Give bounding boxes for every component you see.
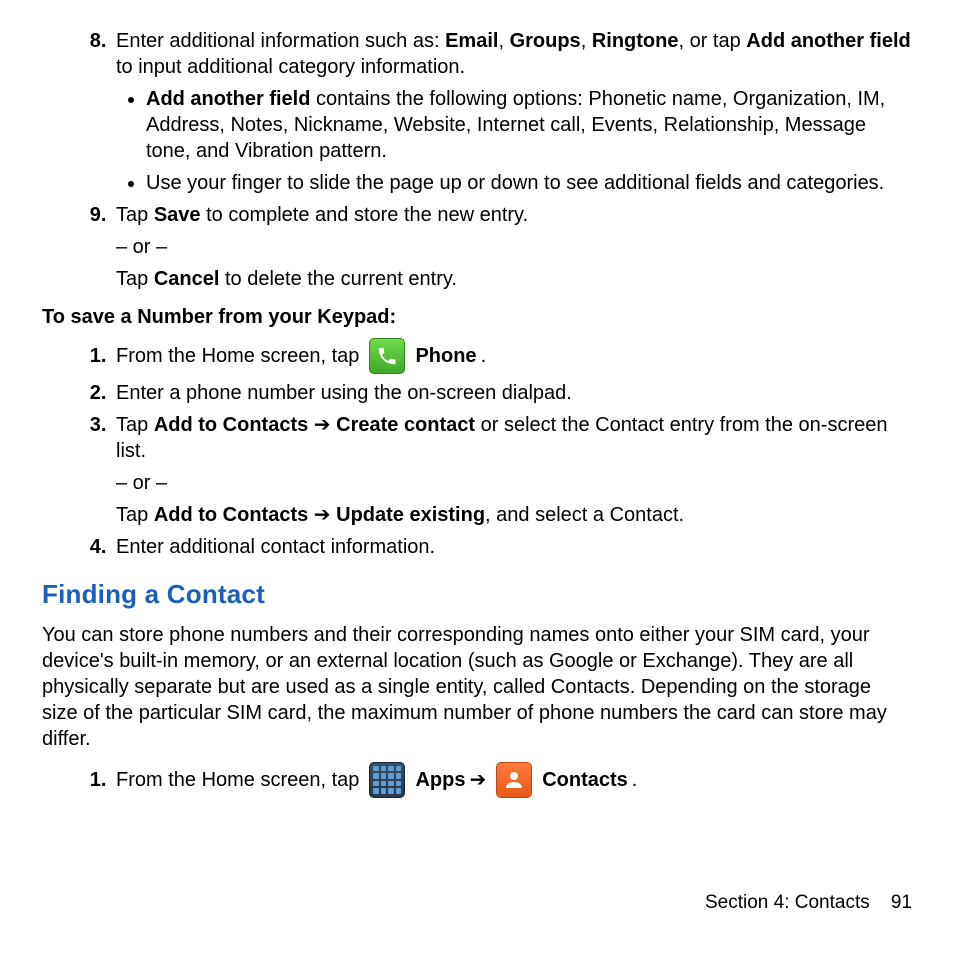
text: From the Home screen, tap xyxy=(116,343,359,369)
text: Enter additional information such as: xyxy=(116,30,445,52)
arrow: ➔ xyxy=(469,767,486,793)
bold-update-existing: Update existing xyxy=(336,504,485,526)
ordered-list-keypad: From the Home screen, tap Phone. Enter a… xyxy=(42,338,912,560)
or-divider: – or – xyxy=(116,470,912,496)
page-footer: Section 4: Contacts 91 xyxy=(705,891,912,916)
bold-groups: Groups xyxy=(510,30,581,52)
keypad-step-2: Enter a phone number using the on-screen… xyxy=(112,380,912,406)
sub-item-2: Use your finger to slide the page up or … xyxy=(146,170,912,196)
sublist: Add another field contains the following… xyxy=(116,86,912,196)
finding-step-1: From the Home screen, tap Apps ➔ Contact… xyxy=(112,762,912,798)
paragraph-finding: You can store phone numbers and their co… xyxy=(42,622,912,752)
text: Tap xyxy=(116,204,154,226)
text: , or tap xyxy=(678,30,746,52)
heading-finding-contact: Finding a Contact xyxy=(42,578,912,612)
bold-create-contact: Create contact xyxy=(336,414,475,436)
sub-item-1: Add another field contains the following… xyxy=(146,86,912,164)
text: to delete the current entry. xyxy=(219,268,457,290)
bold-apps: Apps xyxy=(415,767,465,793)
text: Tap xyxy=(116,414,154,436)
arrow: ➔ xyxy=(308,504,336,526)
or-divider: – or – xyxy=(116,234,912,260)
text: , and select a Contact. xyxy=(485,504,684,526)
text: , xyxy=(581,30,592,52)
bold-contacts: Contacts xyxy=(542,767,628,793)
text: , xyxy=(498,30,509,52)
bold-add-contacts: Add to Contacts xyxy=(154,414,308,436)
keypad-step-3: Tap Add to Contacts ➔ Create contact or … xyxy=(112,412,912,528)
contacts-icon xyxy=(496,762,532,798)
phone-icon xyxy=(369,338,405,374)
ordered-list-main: Enter additional information such as: Em… xyxy=(42,28,912,292)
step-8: Enter additional information such as: Em… xyxy=(112,28,912,196)
bold-phone: Phone xyxy=(415,343,476,369)
bold: Add another field xyxy=(146,88,310,110)
text: Use your finger to slide the page up or … xyxy=(146,172,884,194)
text: Enter additional contact information. xyxy=(116,536,435,558)
text: Enter a phone number using the on-screen… xyxy=(116,382,572,404)
footer-section: Section 4: Contacts xyxy=(705,892,870,913)
bold-save: Save xyxy=(154,204,201,226)
ordered-list-finding: From the Home screen, tap Apps ➔ Contact… xyxy=(42,762,912,798)
bold-email: Email xyxy=(445,30,498,52)
step-9: Tap Save to complete and store the new e… xyxy=(112,202,912,292)
apps-icon xyxy=(369,762,405,798)
alt-line: Tap Cancel to delete the current entry. xyxy=(116,266,912,292)
alt-line: Tap Add to Contacts ➔ Update existing, a… xyxy=(116,502,912,528)
bold-add-contacts-2: Add to Contacts xyxy=(154,504,308,526)
bold-ringtone: Ringtone xyxy=(592,30,679,52)
arrow: ➔ xyxy=(308,414,336,436)
keypad-step-1: From the Home screen, tap Phone. xyxy=(112,338,912,374)
text: Tap xyxy=(116,504,154,526)
text: From the Home screen, tap xyxy=(116,767,359,793)
text: to input additional category information… xyxy=(116,56,465,78)
bold-cancel: Cancel xyxy=(154,268,220,290)
document-page: Enter additional information such as: Em… xyxy=(0,0,954,798)
text: to complete and store the new entry. xyxy=(201,204,529,226)
text: . xyxy=(481,343,487,369)
bold-add-field: Add another field xyxy=(746,30,910,52)
text: Tap xyxy=(116,268,154,290)
footer-page-number: 91 xyxy=(891,892,912,913)
keypad-step-4: Enter additional contact information. xyxy=(112,534,912,560)
text: . xyxy=(632,767,638,793)
subheading-keypad: To save a Number from your Keypad: xyxy=(42,304,912,330)
